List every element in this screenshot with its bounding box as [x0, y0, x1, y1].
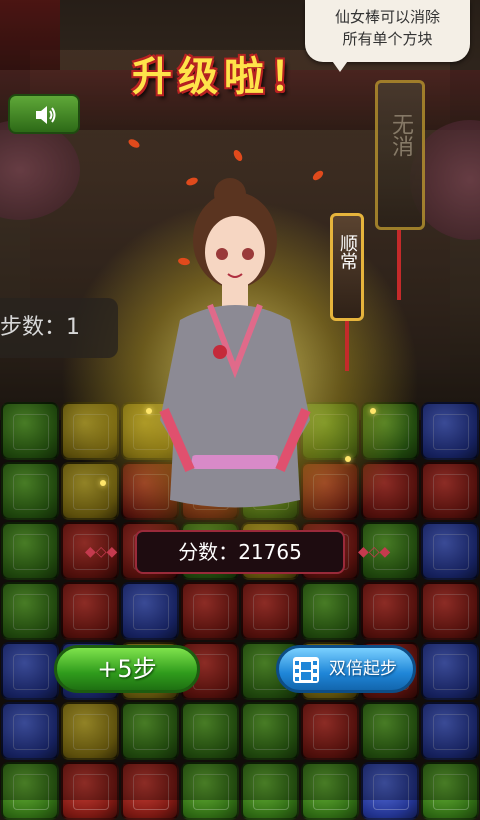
tag-tassel [345, 321, 349, 371]
film-icon [293, 657, 319, 683]
score-ornament-left: ◆◇◆ [85, 544, 118, 560]
hint-speech-bubble: 仙女棒可以消除 所有单个方块 [305, 0, 470, 62]
double-start-label: 双倍起步 [329, 659, 397, 679]
mode-tag-disabled[interactable]: 无消 [375, 80, 425, 230]
mode-tag-disabled-label: 无消 [388, 113, 413, 157]
sparkle [100, 480, 106, 486]
hint-line-2: 所有单个方块 [342, 30, 433, 48]
sparkle [146, 408, 152, 414]
mode-tag-active-label: 顺常 [337, 234, 358, 270]
double-start-button[interactable]: 双倍起步 [276, 645, 416, 693]
speech-bubble-tail [330, 58, 350, 72]
tag-tassel [397, 230, 401, 300]
score-value: 21765 [238, 540, 302, 564]
score-label: 分数： [178, 540, 239, 564]
mode-tag-active[interactable]: 顺常 [330, 213, 364, 321]
sparkle [370, 408, 376, 414]
sparkle [345, 456, 351, 462]
score-ornament-right: ◆◇◆ [358, 544, 391, 560]
steps-text: 步数：1 [0, 315, 80, 340]
speaker-icon [36, 106, 56, 124]
plus-five-steps-button[interactable]: +5步 [54, 645, 200, 693]
character-illustration [159, 178, 311, 508]
hint-line-1: 仙女棒可以消除 [334, 8, 440, 26]
steps-counter: 步数：1 [0, 298, 118, 358]
score-display: 分数：21765 [135, 530, 345, 574]
sound-toggle-button[interactable] [8, 94, 80, 134]
